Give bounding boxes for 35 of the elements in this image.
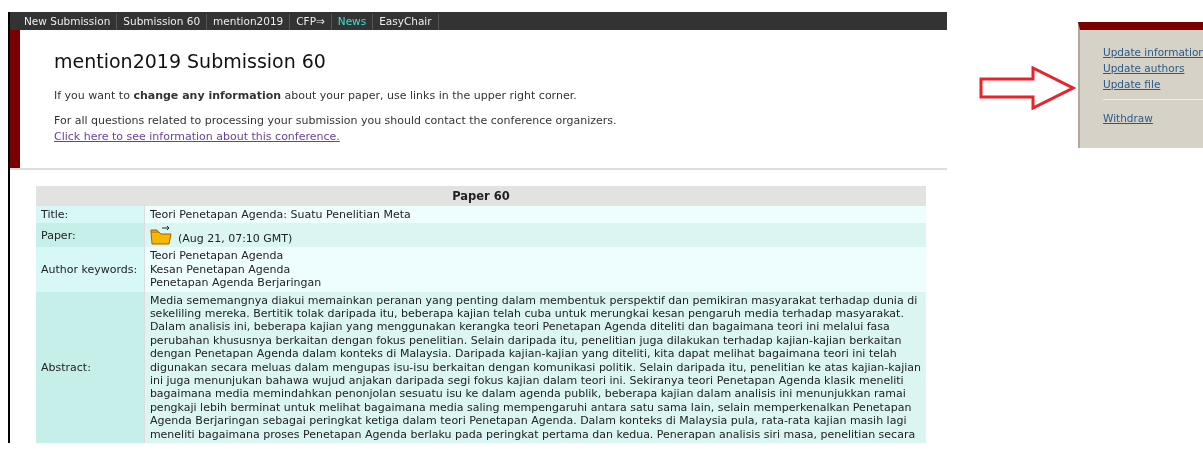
nav-tab[interactable]: mention2019 [207, 14, 291, 30]
action-link[interactable]: Withdraw [1103, 110, 1153, 126]
field-value: Kesan Penetapan Agenda [149, 262, 292, 277]
field-value: pengkaji lebih berminat untuk melihat bagaimana media saling mempengaruhi antara satu sama lain, selain memperkenalkan Penetapan [149, 400, 913, 415]
field-label: Title: [36, 206, 145, 224]
nav-tab[interactable]: EasyChair [373, 14, 439, 30]
upload-date: (Aug 21, 07:10 GMT) [177, 232, 293, 246]
arrow-icon [978, 66, 1076, 110]
field-value: Penetapan Agenda Berjaringan [149, 276, 323, 290]
folder-icon[interactable] [149, 225, 172, 246]
field-value: perubahan khususnya berkaitan dengan fokus penelitian. Selain daripada itu, penelitian juga dilakukan terhadap kajian-kajian berkaitan [149, 333, 903, 348]
field-label: Author keywords: [36, 247, 145, 292]
field-label: Paper: [36, 223, 145, 248]
field-value: Agenda Berjaringan sebagai peringkat ketiga dalam teori Penetapan Agenda. Dalam konteks di Malaysia pula, rata-rata kajian masih lagi [149, 414, 908, 428]
contact-text: For all questions related to processing your submission you should contact the conference organizers. [54, 114, 617, 127]
field-value: Media sememangnya diakui memainkan peranan yang penting dalam membentuk perspektif dan pemikiran masyarakat terhadap dunia di [149, 293, 919, 308]
info-text: If you want to change any information about your paper, use links in the upper right corner. [54, 88, 578, 104]
field-label: Abstract: [36, 291, 145, 444]
field-value: dengan Penetapan Agenda dalam konteks di Malaysia. Daripada kajian-kajian yang diteliti, kita dapat melihat bagaimana teori ini telah [149, 347, 898, 361]
nav-tab[interactable]: Submission 60 [117, 14, 208, 30]
field-value: meneliti bagaimana proses Penetapan Agenda berlaku pada peringkat pertama dan kedua. Penerapan analisis siri masa, penelitian secara [149, 427, 917, 442]
field-value: bagaimana media memindahkan penonjolan sesuatu isu ke dalam agenda publik, beberapa kajian dalam analisis ini menunjukkan ramai [149, 387, 907, 401]
action-link[interactable]: Update authors [1103, 60, 1185, 76]
conference-link[interactable]: Click here to see information about this conference. [54, 130, 340, 143]
field-value: Dalam analisis ini, beberapa kajian yang menggunakan kerangka teori Penetapan Agenda diteliti dan bagaimana teori ini melalui fasa [149, 320, 891, 334]
field-value: sekeliling mereka. Bertitik tolak daripada itu, beberapa kajian telah cuba untuk merungkai kesan pengaruh media terhadap masyarakat. [149, 307, 905, 321]
field-value: digunakan secara meluas dalam mengupas isu-isu berkaitan dengan komunikasi politik. Selain daripada itu, penelitian ke atas kajian-kajian [149, 360, 921, 375]
nav-tab[interactable]: CFP⇒ [290, 14, 332, 30]
page-title: mention2019 Submission 60 [54, 50, 327, 72]
nav-tab[interactable]: News [331, 14, 374, 30]
action-link[interactable]: Update file [1103, 76, 1161, 92]
field-value: Teori Penetapan Agenda: Suatu Penelitian Meta [149, 208, 412, 222]
field-value: Teori Penetapan Agenda [149, 249, 285, 263]
field-value: ini juga menunjukan bahawa wujud anjakan daripada segi fokus kajian dalam teori ini. Sekiranya teori Penetapan Agenda klasik meneliti [149, 374, 905, 388]
table-heading: Paper 60 [36, 186, 926, 206]
